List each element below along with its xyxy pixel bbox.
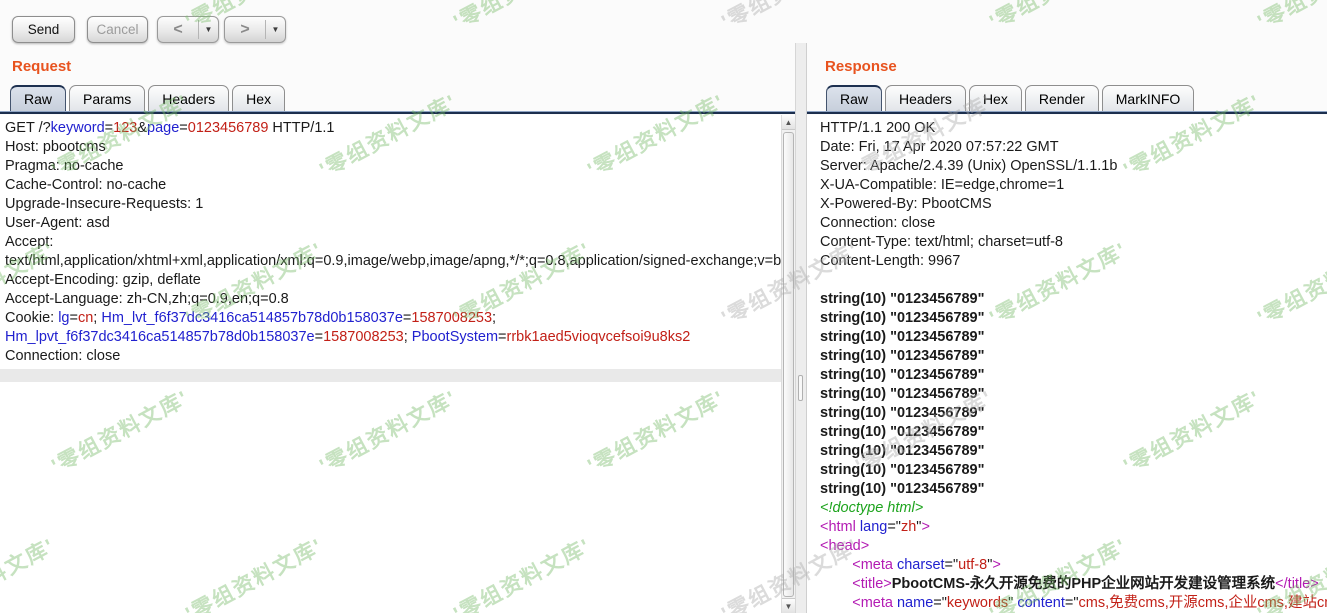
code-line: <meta name="keywords" content="cms,免费cms… [820, 594, 1327, 613]
history-forward-button[interactable]: > [225, 17, 265, 42]
tab-underline [0, 111, 795, 114]
code-line [820, 271, 1327, 290]
code-line: Accept: [5, 233, 781, 252]
code-line: Content-Type: text/html; charset=utf-8 [820, 233, 1327, 252]
code-line: <!doctype html> [820, 499, 1327, 518]
code-line: string(10) "0123456789" [820, 461, 1327, 480]
tab-headers[interactable]: Headers [885, 85, 966, 111]
selection-band [0, 369, 781, 382]
code-line: string(10) "0123456789" [820, 385, 1327, 404]
code-line: Accept-Language: zh-CN,zh;q=0.9,en;q=0.8 [5, 290, 781, 309]
code-line: string(10) "0123456789" [820, 309, 1327, 328]
response-viewer[interactable]: HTTP/1.1 200 OKDate: Fri, 17 Apr 2020 07… [807, 115, 1327, 613]
response-panel: Response RawHeadersHexRenderMarkINFO HTT… [807, 50, 1327, 613]
code-line: string(10) "0123456789" [820, 423, 1327, 442]
code-line: Host: pbootcms [5, 138, 781, 157]
history-forward-dropdown-icon[interactable]: ▼ [266, 17, 285, 42]
tab-underline [807, 111, 1327, 114]
code-line: Cache-Control: no-cache [5, 176, 781, 195]
code-line: X-UA-Compatible: IE=edge,chrome=1 [820, 176, 1327, 195]
code-line: <head> [820, 537, 1327, 556]
code-line: string(10) "0123456789" [820, 366, 1327, 385]
code-line: Pragma: no-cache [5, 157, 781, 176]
tab-raw[interactable]: Raw [826, 85, 882, 111]
cancel-button[interactable]: Cancel [87, 16, 148, 43]
send-button[interactable]: Send [12, 16, 75, 43]
scrollbar-thumb[interactable] [783, 132, 794, 597]
tab-params[interactable]: Params [69, 85, 145, 111]
code-line: User-Agent: asd [5, 214, 781, 233]
code-line: <html lang="zh"> [820, 518, 1327, 537]
code-line: HTTP/1.1 200 OK [820, 119, 1327, 138]
code-line: Hm_lpvt_f6f37dc3416ca514857b78d0b158037e… [5, 328, 781, 347]
response-panel-title: Response [825, 58, 897, 75]
code-line: Upgrade-Insecure-Requests: 1 [5, 195, 781, 214]
history-back-button[interactable]: < [158, 17, 198, 42]
code-line: string(10) "0123456789" [820, 290, 1327, 309]
code-line: Content-Length: 9967 [820, 252, 1327, 271]
code-line: string(10) "0123456789" [820, 442, 1327, 461]
code-line: string(10) "0123456789" [820, 480, 1327, 499]
history-back-dropdown-icon[interactable]: ▼ [199, 17, 218, 42]
code-line: string(10) "0123456789" [820, 328, 1327, 347]
code-line: Cookie: lg=cn; Hm_lvt_f6f37dc3416ca51485… [5, 309, 781, 328]
request-panel: Request RawParamsHeadersHex GET /?keywor… [0, 50, 795, 613]
code-line: Accept-Encoding: gzip, deflate [5, 271, 781, 290]
code-line: string(10) "0123456789" [820, 404, 1327, 423]
code-line: Connection: close [820, 214, 1327, 233]
scroll-down-icon[interactable]: ▼ [782, 598, 795, 613]
tab-markinfo[interactable]: MarkINFO [1102, 85, 1195, 111]
tab-raw[interactable]: Raw [10, 85, 66, 111]
code-line: Date: Fri, 17 Apr 2020 07:57:22 GMT [820, 138, 1327, 157]
request-editor[interactable]: GET /?keyword=123&page=0123456789 HTTP/1… [0, 115, 781, 613]
code-line: <meta charset="utf-8"> [820, 556, 1327, 575]
tab-hex[interactable]: Hex [232, 85, 285, 111]
code-line: string(10) "0123456789" [820, 347, 1327, 366]
code-line: GET /?keyword=123&page=0123456789 HTTP/1… [5, 119, 781, 138]
code-line: <title>PbootCMS-永久开源免费的PHP企业网站开发建设管理系统</… [820, 575, 1327, 594]
history-forward-split-button: > ▼ [224, 16, 286, 43]
code-line: text/html,application/xhtml+xml,applicat… [5, 252, 781, 271]
response-tabs: RawHeadersHexRenderMarkINFO [826, 84, 1197, 111]
history-back-split-button: < ▼ [157, 16, 219, 43]
divider-grip[interactable] [798, 375, 803, 401]
repeater-toolbar: Send Cancel < ▼ > ▼ [0, 0, 1327, 50]
request-panel-title: Request [12, 58, 71, 75]
request-tabs: RawParamsHeadersHex [10, 84, 288, 111]
code-line: Server: Apache/2.4.39 (Unix) OpenSSL/1.1… [820, 157, 1327, 176]
split-pane-divider[interactable] [795, 43, 807, 613]
scroll-up-icon[interactable]: ▲ [782, 115, 795, 130]
request-scrollbar[interactable]: ▲ ▼ [781, 115, 795, 613]
tab-render[interactable]: Render [1025, 85, 1099, 111]
code-line: X-Powered-By: PbootCMS [820, 195, 1327, 214]
tab-headers[interactable]: Headers [148, 85, 229, 111]
tab-hex[interactable]: Hex [969, 85, 1022, 111]
code-line: Connection: close [5, 347, 781, 366]
